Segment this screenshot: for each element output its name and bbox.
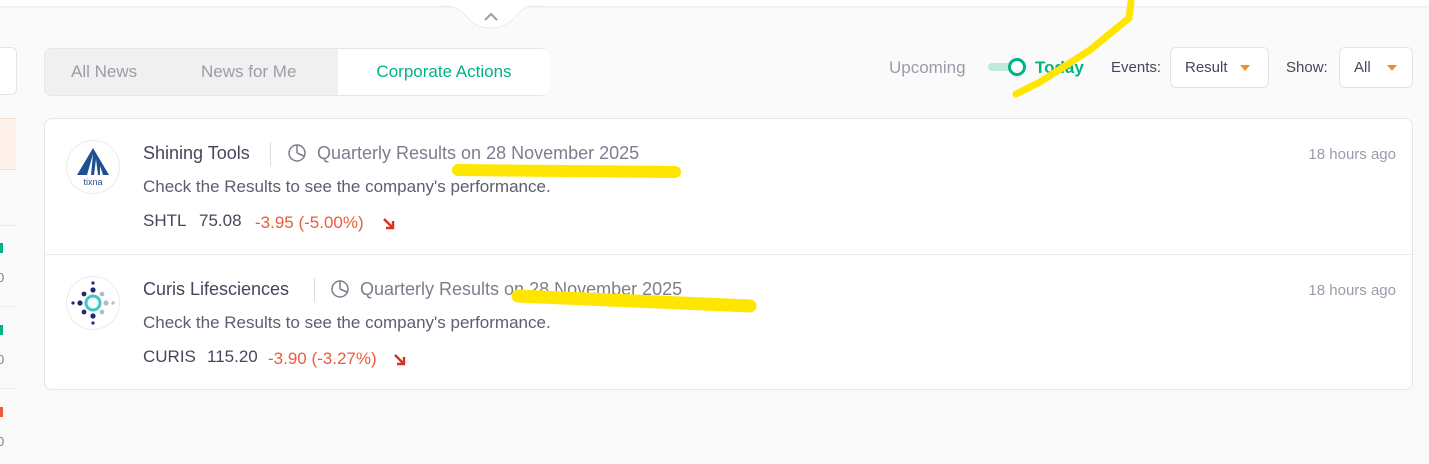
event-text: Quarterly Results on 28 November 2025 — [360, 279, 683, 299]
stock-ticker[interactable]: CURIS — [143, 347, 196, 367]
show-dropdown-value: All — [1354, 59, 1371, 76]
arrow-down-right-icon — [394, 354, 406, 366]
tab-all-news[interactable]: All News — [71, 49, 137, 95]
company-name[interactable]: Shining Tools — [143, 143, 250, 164]
stock-change: -3.90 (-3.27%) — [268, 349, 377, 368]
caret-down-icon — [1240, 65, 1250, 71]
news-tabs: All News News for Me Corporate Actions — [44, 48, 550, 96]
divider — [0, 225, 16, 226]
left-digit: 0 — [0, 270, 5, 285]
pie-chart-icon — [331, 280, 349, 298]
show-filter-label: Show: — [1286, 59, 1328, 76]
left-highlight-row — [0, 118, 16, 170]
curis-logo — [71, 281, 115, 325]
left-panel-edge: 0 0 0 — [0, 0, 18, 464]
event-description: Check the Results to see the company's p… — [143, 177, 551, 196]
timestamp: 18 hours ago — [1308, 282, 1396, 299]
svg-text:tixna: tixna — [83, 177, 102, 187]
list-item[interactable]: Curis Lifesciences Quarterly Results on … — [45, 255, 1412, 390]
event-text: Quarterly Results on 28 November 2025 — [317, 143, 640, 163]
stock-price: 115.20 — [207, 347, 258, 366]
events-dropdown[interactable]: Result — [1170, 47, 1269, 88]
tixna-logo: tixna — [77, 148, 109, 187]
events-dropdown-value: Result — [1185, 59, 1228, 76]
left-search-box[interactable] — [0, 47, 17, 95]
divider — [0, 306, 16, 307]
list-item[interactable]: tixna Shining Tools Quarterly Results on… — [45, 119, 1412, 255]
caret-down-icon — [1387, 65, 1397, 71]
toggle-knob — [1008, 58, 1026, 76]
positive-marker — [0, 243, 3, 253]
timestamp: 18 hours ago — [1308, 146, 1396, 163]
corporate-actions-list: tixna Shining Tools Quarterly Results on… — [44, 118, 1413, 390]
top-strip — [0, 0, 1429, 6]
stock-change: -3.95 (-5.00%) — [255, 213, 364, 232]
left-digit: 0 — [0, 434, 5, 449]
chevron-up-icon — [442, 5, 540, 29]
upcoming-today-toggle[interactable] — [986, 57, 1030, 77]
divider — [0, 388, 16, 389]
arrow-down-right-icon — [383, 218, 395, 230]
events-filter-label: Events: — [1111, 59, 1162, 76]
toggle-label-today[interactable]: Today — [1035, 58, 1084, 78]
event-description: Check the Results to see the company's p… — [143, 313, 551, 332]
negative-marker — [0, 407, 3, 417]
toggle-label-upcoming[interactable]: Upcoming — [889, 58, 966, 78]
divider — [314, 278, 315, 302]
tab-corporate-actions[interactable]: Corporate Actions — [338, 49, 550, 95]
company-name[interactable]: Curis Lifesciences — [143, 279, 289, 300]
show-dropdown[interactable]: All — [1339, 47, 1413, 88]
divider — [270, 142, 271, 166]
collapse-button[interactable] — [442, 0, 540, 30]
stock-ticker[interactable]: SHTL — [143, 211, 186, 231]
positive-marker — [0, 325, 3, 335]
tab-news-for-me[interactable]: News for Me — [201, 49, 296, 95]
left-digit: 0 — [0, 352, 5, 367]
company-logo — [66, 276, 120, 330]
pie-chart-icon — [288, 144, 306, 162]
stock-price: 75.08 — [199, 211, 242, 230]
company-logo: tixna — [66, 140, 120, 194]
